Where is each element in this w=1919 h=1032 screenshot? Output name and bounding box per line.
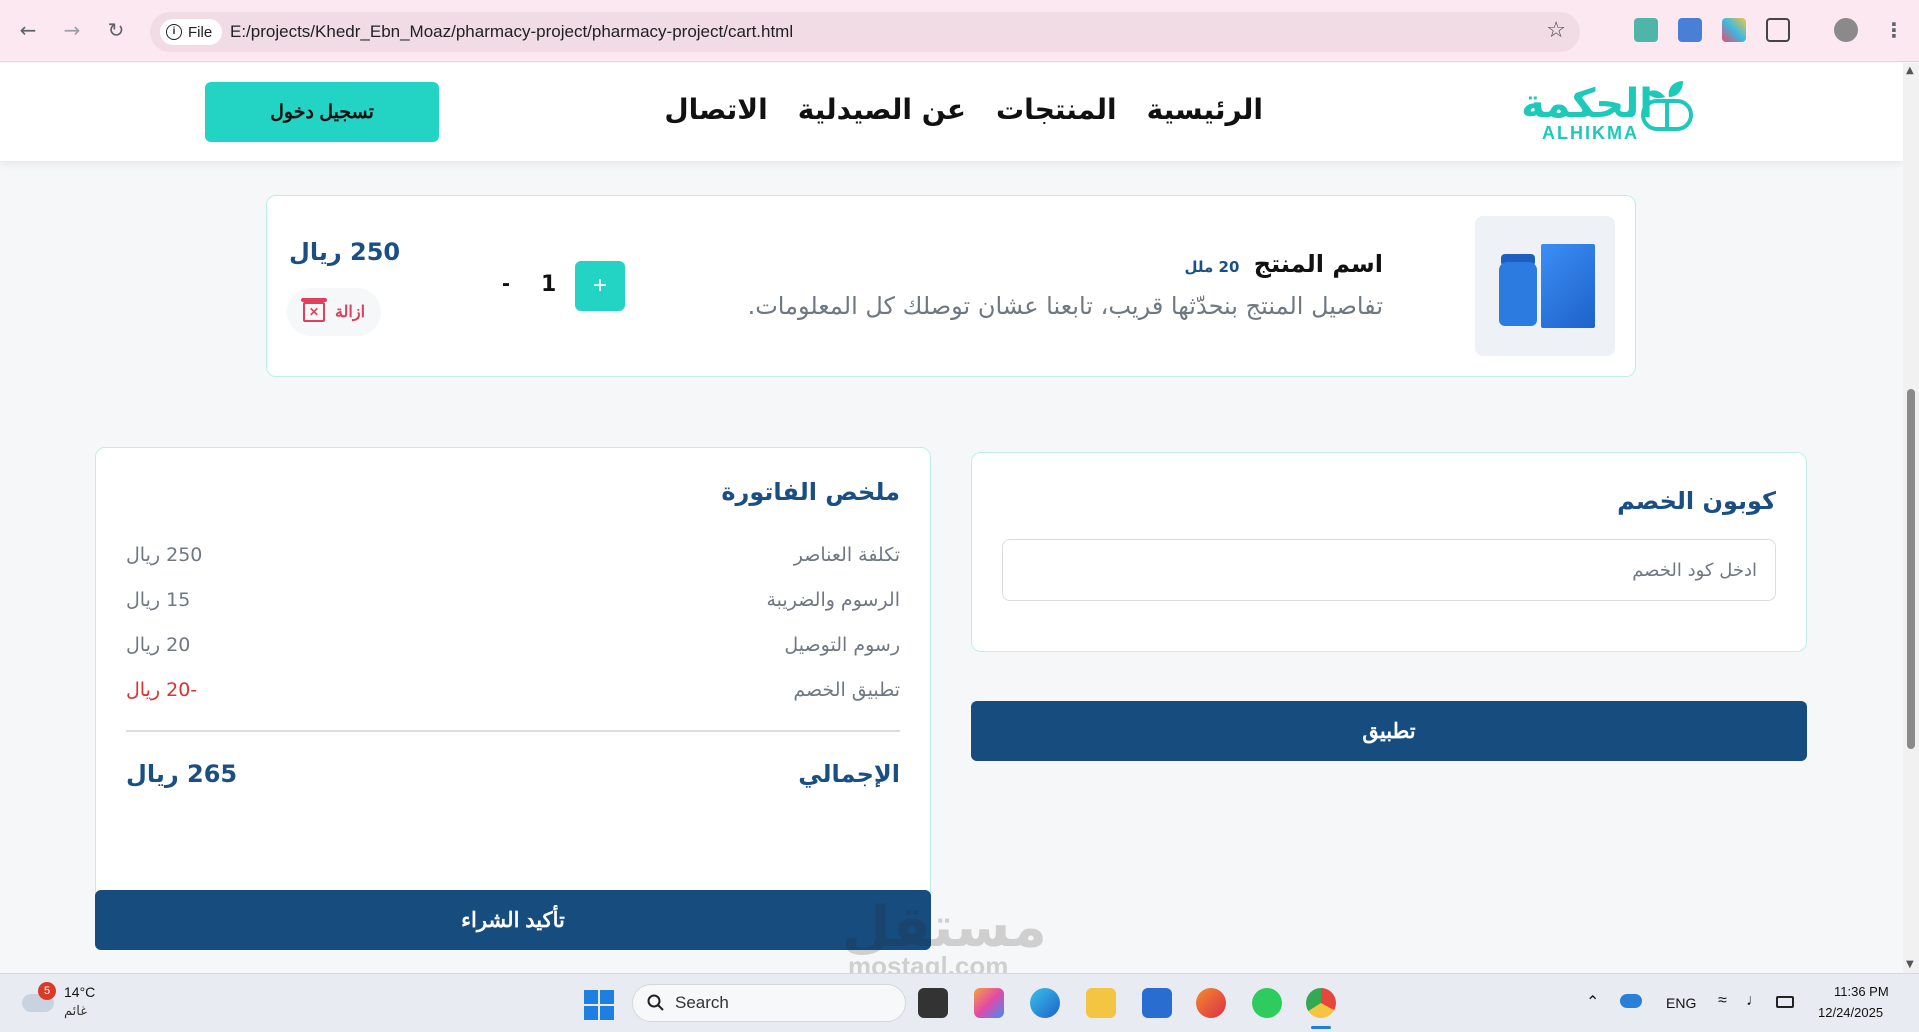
product-description: تفاصيل المنتج بنحدّثها قريب، تابعنا عشان… <box>747 292 1383 320</box>
copilot-icon[interactable] <box>974 988 1004 1018</box>
taskbar-search[interactable]: Search <box>632 984 906 1022</box>
invoice-row-label: تكلفة العناصر <box>793 544 900 566</box>
coupon-card: كوبون الخصم <box>971 452 1807 652</box>
quantity-value: 1 <box>541 272 557 297</box>
logo-text-ar: الحكمة <box>1521 81 1653 127</box>
wifi-icon[interactable]: ≈ <box>1718 992 1727 1010</box>
trash-icon: ✕ <box>300 298 327 322</box>
scroll-down-icon[interactable]: ▼ <box>1906 959 1914 970</box>
weather-description: غائم <box>64 1004 88 1019</box>
page-scrollbar[interactable]: ▲ ▼ <box>1903 63 1919 973</box>
scroll-thumb[interactable] <box>1907 389 1915 749</box>
tray-chevron-icon[interactable]: ⌃ <box>1586 992 1599 1012</box>
taskbar: 5 14°C غائم Search ⌃ ENG ≈ ♩ 11:36 PM 12… <box>0 973 1919 1032</box>
remove-item-button[interactable]: ✕ ازالة <box>287 288 381 336</box>
weather-badge: 5 <box>38 982 56 1000</box>
site-header: الحكمة ALHIKMA الرئيسية المنتجات عن الصي… <box>0 63 1903 161</box>
login-button[interactable]: تسجيل دخول <box>205 82 439 142</box>
extension-icon[interactable] <box>1678 18 1702 42</box>
watermark: مستقل mostaql.com <box>842 895 1072 973</box>
nav-contact[interactable]: الاتصال <box>664 93 767 126</box>
invoice-title: ملخص الفاتورة <box>721 478 900 506</box>
invoice-row: رسوم التوصيل 20 ريال <box>126 634 900 664</box>
battery-icon[interactable] <box>1776 996 1794 1008</box>
clock-date[interactable]: 12/24/2025 <box>1818 1005 1883 1020</box>
nav-products[interactable]: المنتجات <box>996 93 1117 126</box>
watermark-en: mostaql.com <box>848 951 1009 973</box>
total-label: الإجمالي <box>798 760 900 788</box>
info-icon: i <box>166 24 182 40</box>
confirm-purchase-button[interactable]: تأكيد الشراء <box>95 890 931 950</box>
menu-kebab-icon[interactable]: ⋮ <box>1878 14 1910 46</box>
extension-icon[interactable] <box>1634 18 1658 42</box>
scheme-label: File <box>188 23 213 41</box>
coupon-input[interactable] <box>1002 539 1776 601</box>
product-image <box>1475 216 1615 356</box>
whatsapp-icon[interactable] <box>1252 988 1282 1018</box>
product-name: اسم المنتج 20 ملل <box>1185 250 1384 278</box>
cart-item: اسم المنتج 20 ملل تفاصيل المنتج بنحدّثها… <box>266 195 1636 377</box>
store-icon[interactable] <box>1142 988 1172 1018</box>
item-price: 250 ريال <box>289 238 401 266</box>
extension-icon[interactable] <box>1722 18 1746 42</box>
invoice-row: تكلفة العناصر 250 ريال <box>126 544 900 574</box>
invoice-row: تطبيق الخصم -20 ريال <box>126 679 900 709</box>
invoice-row-label: تطبيق الخصم <box>793 679 900 701</box>
invoice-row-label: رسوم التوصيل <box>784 634 900 656</box>
invoice-row-label: الرسوم والضريبة <box>766 589 900 611</box>
divider <box>126 730 900 732</box>
search-label: Search <box>675 993 729 1012</box>
clock-time[interactable]: 11:36 PM <box>1834 984 1889 999</box>
bookmark-star-icon[interactable]: ☆ <box>1546 18 1566 43</box>
apply-coupon-button[interactable]: تطبيق <box>971 701 1807 761</box>
page-content: الحكمة ALHIKMA الرئيسية المنتجات عن الصي… <box>0 63 1903 973</box>
invoice-row-value: 250 ريال <box>126 544 203 566</box>
nav-about[interactable]: عن الصيدلية <box>798 93 966 126</box>
invoice-row: الرسوم والضريبة 15 ريال <box>126 589 900 619</box>
start-windows-icon[interactable] <box>584 990 614 1020</box>
edge-icon[interactable] <box>1030 988 1060 1018</box>
chrome-icon[interactable] <box>1306 988 1336 1018</box>
coupon-title: كوبون الخصم <box>1617 487 1776 515</box>
volume-icon[interactable]: ♩ <box>1746 992 1762 1010</box>
invoice-row-value: 15 ريال <box>126 589 191 611</box>
firefox-icon[interactable] <box>1196 988 1226 1018</box>
bottle-shape <box>1499 262 1537 326</box>
site-info-chip[interactable]: i File <box>160 19 223 45</box>
remove-label: ازالة <box>334 304 366 321</box>
onedrive-icon[interactable] <box>1620 994 1642 1008</box>
search-icon <box>647 994 664 1011</box>
browser-toolbar: ← → ↻ i File E:/projects/Khedr_Ebn_Moaz/… <box>0 0 1919 62</box>
total-value: 265 ريال <box>126 760 238 788</box>
box-shape <box>1541 244 1595 328</box>
weather-temperature: 14°C <box>64 984 96 1000</box>
product-size: 20 ملل <box>1184 258 1240 276</box>
language-indicator[interactable]: ENG <box>1666 995 1696 1011</box>
product-name-text: اسم المنتج <box>1253 250 1383 278</box>
decrease-quantity-button[interactable]: - <box>491 264 521 304</box>
invoice-summary: ملخص الفاتورة تكلفة العناصر 250 ريال الر… <box>95 447 931 908</box>
back-icon[interactable]: ← <box>12 14 44 46</box>
discount-value: -20 ريال <box>126 679 198 701</box>
profile-avatar[interactable] <box>1834 18 1858 42</box>
logo-text-en: ALHIKMA <box>1542 123 1639 143</box>
forward-icon[interactable]: → <box>56 14 88 46</box>
address-bar[interactable]: i File E:/projects/Khedr_Ebn_Moaz/pharma… <box>150 12 1580 52</box>
increase-quantity-button[interactable]: + <box>575 261 625 311</box>
nav-home[interactable]: الرئيسية <box>1147 93 1263 126</box>
reload-icon[interactable]: ↻ <box>100 14 132 46</box>
logo[interactable]: الحكمة ALHIKMA <box>1505 79 1695 145</box>
scroll-up-icon[interactable]: ▲ <box>1906 65 1914 76</box>
file-explorer-icon[interactable] <box>1086 988 1116 1018</box>
invoice-row-value: 20 ريال <box>126 634 191 656</box>
puzzle-icon[interactable] <box>1766 18 1790 42</box>
active-app-indicator <box>1311 1026 1331 1029</box>
url-text[interactable]: E:/projects/Khedr_Ebn_Moaz/pharmacy-proj… <box>230 22 793 42</box>
task-view-icon[interactable] <box>918 988 948 1018</box>
main-nav: الرئيسية المنتجات عن الصيدلية الاتصال <box>664 93 1263 126</box>
